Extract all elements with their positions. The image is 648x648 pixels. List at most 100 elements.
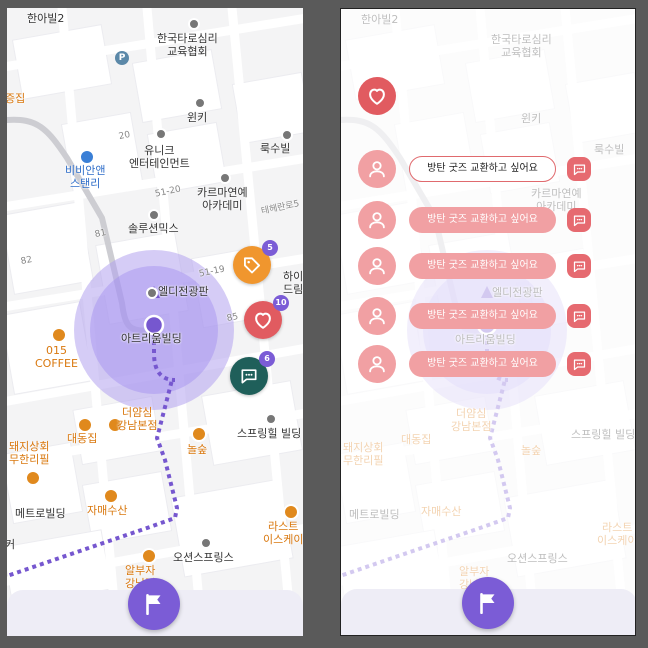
poi-marker (146, 287, 158, 299)
user-icon (366, 305, 388, 327)
map-label-spring: 스프링힐 빌딩 (237, 427, 302, 440)
user-avatar[interactable] (358, 150, 396, 188)
poi-blue-marker (79, 149, 95, 165)
flag-button[interactable] (462, 577, 514, 629)
map-label-ojun: 오션스프링스 (173, 551, 234, 564)
poi-marker (188, 18, 200, 30)
map-label-atrium: 아트리움빌딩 (121, 332, 182, 345)
restaurant-icon (141, 548, 157, 564)
map-label-haiul-line1: 하이 (283, 270, 303, 283)
map-label-81: 81 (93, 227, 108, 241)
user-icon (366, 255, 388, 277)
chat-icon (572, 259, 587, 274)
map-label-jeungjip: 증집 (7, 92, 26, 105)
poi-marker (148, 209, 160, 221)
map-label-korea-tarot-line1: 한국타로심리 (157, 32, 218, 45)
cafe-icon (191, 426, 207, 442)
map-label-nolsu: 놀숲 (187, 443, 208, 456)
user-icon (366, 158, 388, 180)
music-icon (155, 128, 167, 140)
map-label-unique: 유니크 엔터테인먼트 (129, 144, 190, 170)
flag-icon (475, 590, 501, 616)
request-row[interactable]: 방탄 굿즈 교환하고 싶어요 (358, 201, 618, 239)
heart-list-screen: 한아빌2 한국타로심리교육협회 윈키 룩수빌 카르마연예아카데미 엘디전광판 아… (340, 8, 636, 636)
restaurant-icon (77, 417, 93, 433)
map-label-jamae: 자매수산 (87, 504, 128, 517)
map-label-85: 85 (225, 311, 240, 325)
heart-count-badge: 10 (273, 295, 289, 311)
chat-icon (572, 309, 587, 324)
map-label-coffee-line2: COFFEE (35, 357, 78, 370)
user-avatar[interactable] (358, 345, 396, 383)
map-label-deoksim-line1: 더얌심 (122, 406, 153, 419)
tag-button[interactable]: 5 (233, 240, 278, 284)
map-label-albuja-line1: 알부자 (125, 564, 156, 577)
heart-button[interactable]: 10 (244, 295, 289, 339)
map-label-coffee-line1: 015 (45, 344, 67, 357)
map-label-bibian: 비비안앤 스탠리 (65, 164, 105, 190)
map-label-bibian-line2: 스탠리 (70, 177, 101, 190)
map-label-karma: 카르마연예아카데미 (197, 186, 248, 212)
map-label-winki: 윈키 (187, 111, 208, 124)
map-label-korea-tarot-line2: 교육협회 (167, 45, 208, 58)
chat-count-badge: 6 (259, 351, 275, 367)
map-label-korea-tarot: 한국타로심리교육협회 (157, 32, 218, 58)
map-label-solution: 솔루션믹스 (128, 222, 179, 235)
map-label-karma-line2: 아카데미 (202, 199, 243, 212)
heart-icon (252, 309, 274, 331)
request-row[interactable]: 방탄 굿즈 교환하고 싶어요 (358, 150, 618, 188)
parking-icon: P (115, 51, 129, 65)
user-avatar[interactable] (358, 297, 396, 335)
map-label-pig: 돼지상회무한리필 (9, 440, 49, 466)
cafe-icon (51, 327, 67, 343)
chat-button[interactable] (567, 254, 591, 278)
map-label-unique-line1: 유니크 (144, 144, 175, 157)
heart-icon (366, 85, 388, 107)
chat-icon (572, 213, 587, 228)
user-icon (366, 209, 388, 231)
request-message[interactable]: 방탄 굿즈 교환하고 싶어요 (409, 303, 556, 329)
map-label-last: 라스트이스케이 (263, 520, 303, 546)
chat-button[interactable] (567, 304, 591, 328)
request-message[interactable]: 방탄 굿즈 교환하고 싶어요 (409, 156, 556, 182)
user-avatar[interactable] (358, 201, 396, 239)
request-row[interactable]: 방탄 굿즈 교환하고 싶어요 (358, 247, 618, 285)
heart-toggle-button[interactable] (358, 77, 396, 115)
tag-count-badge: 5 (262, 240, 278, 256)
map-label-num-20: 20 (117, 129, 132, 143)
request-row[interactable]: 방탄 굿즈 교환하고 싶어요 (358, 345, 618, 383)
music-icon (200, 537, 212, 549)
map-screen: 한아빌2 한국타로심리 교육협회 P 증집 윈키 룩수빌 20 유니크 엔터테인먼트… (7, 8, 303, 636)
chat-button[interactable] (567, 157, 591, 181)
map-label-haiul: 하이 드림 (283, 270, 303, 296)
map-label-deoksim: 더얌심강남본점 (117, 406, 157, 432)
request-message[interactable]: 방탄 굿즈 교환하고 싶어요 (409, 351, 556, 377)
tag-icon (242, 255, 262, 275)
map-label-pig-line1: 돼지상회 (9, 440, 50, 453)
chat-icon (239, 366, 259, 386)
chat-button[interactable] (567, 352, 591, 376)
request-message[interactable]: 방탄 굿즈 교환하고 싶어요 (409, 253, 556, 279)
user-icon (366, 353, 388, 375)
flag-icon (141, 591, 167, 617)
chat-button[interactable] (567, 208, 591, 232)
map-label-hanabil: 한아빌2 (27, 12, 65, 25)
poi-marker (281, 129, 293, 141)
restaurant-icon (103, 488, 119, 504)
map-label-daedong: 대동집 (67, 432, 98, 445)
map-label-pig-line2: 무한리필 (9, 453, 50, 466)
map-label-haiul-line2: 드림 (283, 283, 303, 296)
map-label-82: 82 (19, 254, 34, 268)
poi-marker (219, 172, 231, 184)
chat-button[interactable]: 6 (230, 351, 275, 395)
map-label-last-line1: 라스트 (268, 520, 299, 533)
chat-icon (572, 162, 587, 177)
map-label-keo: 커 (7, 538, 16, 551)
request-row[interactable]: 방탄 굿즈 교환하고 싶어요 (358, 297, 618, 335)
chat-icon (572, 357, 587, 372)
flag-button[interactable] (128, 578, 180, 630)
poi-marker (265, 413, 277, 425)
user-avatar[interactable] (358, 247, 396, 285)
map-label-unique-line2: 엔터테인먼트 (129, 157, 190, 170)
request-message[interactable]: 방탄 굿즈 교환하고 싶어요 (409, 207, 556, 233)
